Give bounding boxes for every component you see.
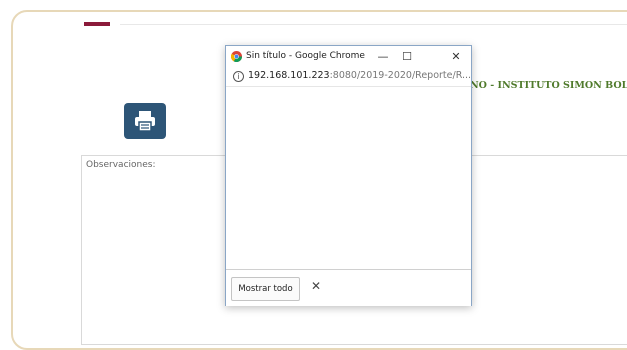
header-divider (120, 24, 627, 25)
popup-content-area (226, 87, 471, 269)
url-host: 192.168.101.223 (248, 70, 330, 81)
institution-name: NO - INSTITUTO SIMON BOLIVAR (470, 80, 627, 91)
popup-titlebar[interactable]: Sin título - Google Chrome — ☐ ✕ (226, 46, 471, 68)
info-icon[interactable]: i (233, 71, 244, 82)
chrome-icon (231, 51, 242, 62)
chrome-popup-window[interactable]: Sin título - Google Chrome — ☐ ✕ i 192.1… (225, 45, 472, 306)
accent-bar (84, 22, 110, 26)
show-all-button[interactable]: Mostrar todo (231, 277, 300, 301)
popup-title: Sin título - Google Chrome (246, 51, 365, 61)
url-path: :8080/2019-2020/Reporte/R... (329, 70, 472, 81)
address-bar[interactable]: i 192.168.101.223:8080/2019-2020/Reporte… (226, 68, 471, 87)
print-button[interactable] (124, 103, 166, 139)
minimize-button[interactable]: — (370, 47, 396, 67)
url-text: 192.168.101.223:8080/2019-2020/Reporte/R… (248, 70, 471, 81)
close-button[interactable]: ✕ (443, 47, 469, 67)
close-download-bar-icon[interactable]: ✕ (311, 279, 321, 293)
download-bar: Mostrar todo ✕ (226, 269, 471, 306)
observations-label: Observaciones: (86, 160, 156, 170)
printer-icon (135, 111, 155, 132)
maximize-button[interactable]: ☐ (394, 47, 420, 67)
